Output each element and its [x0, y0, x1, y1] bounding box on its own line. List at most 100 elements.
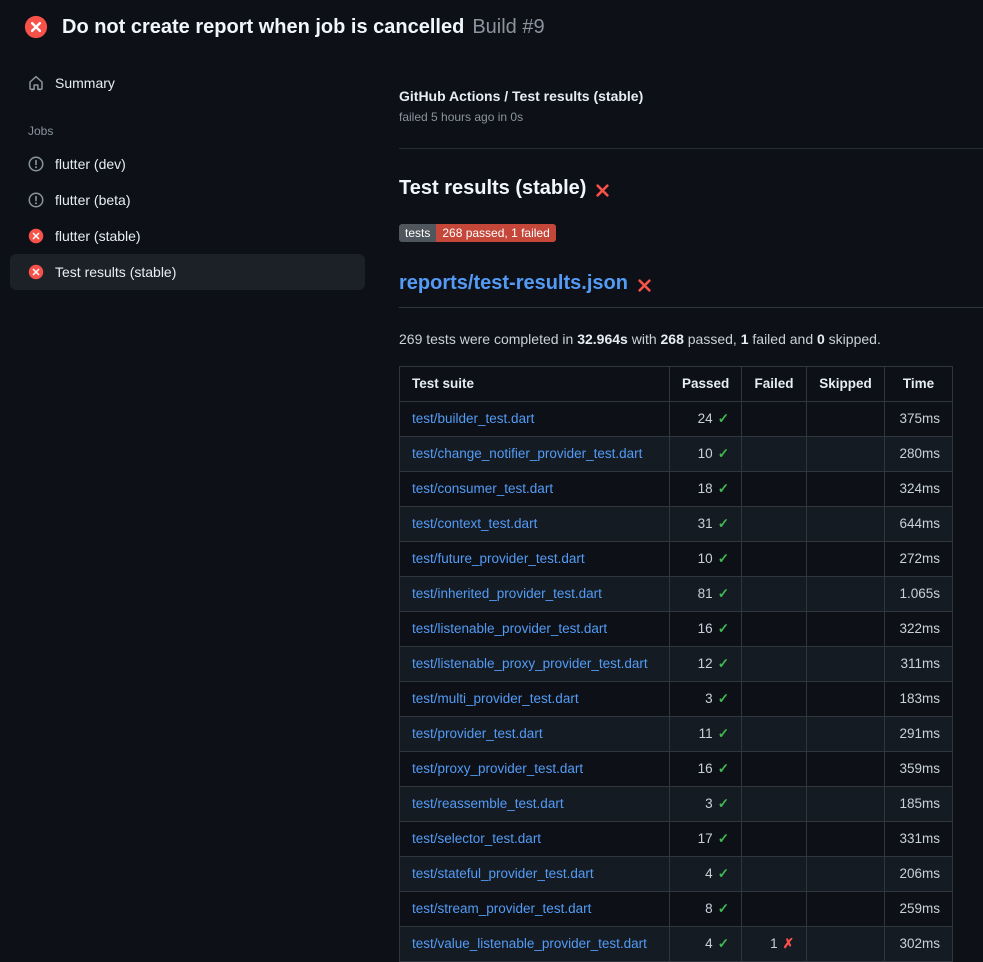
test-suite-link[interactable]: test/listenable_proxy_provider_test.dart [412, 656, 648, 671]
sidebar-item-flutter-beta[interactable]: flutter (beta) [10, 182, 365, 218]
summary-duration: 32.964s [577, 331, 628, 347]
time-cell: 259ms [885, 892, 953, 927]
page-title: Do not create report when job is cancell… [62, 16, 464, 38]
fail-x-icon [595, 181, 610, 196]
passed-cell: 4✓ [670, 927, 742, 962]
build-number: Build #9 [472, 16, 544, 38]
test-suite-link[interactable]: test/change_notifier_provider_test.dart [412, 446, 642, 461]
check-icon: ✓ [718, 551, 729, 566]
section-title-text: Test results (stable) [399, 177, 586, 200]
check-icon: ✓ [718, 586, 729, 601]
passed-cell: 3✓ [670, 682, 742, 717]
failed-cell [742, 612, 807, 647]
check-icon: ✓ [718, 481, 729, 496]
check-icon: ✓ [718, 411, 729, 426]
table-row: test/listenable_provider_test.dart16✓322… [400, 612, 953, 647]
time-cell: 1.065s [885, 577, 953, 612]
test-suite-link[interactable]: test/selector_test.dart [412, 831, 541, 846]
passed-count: 31 [698, 516, 713, 531]
test-suite-link[interactable]: test/future_provider_test.dart [412, 551, 585, 566]
passed-count: 11 [699, 726, 713, 741]
test-suite-link[interactable]: test/provider_test.dart [412, 726, 543, 741]
time-cell: 322ms [885, 612, 953, 647]
skipped-cell [807, 402, 885, 437]
tests-badge: tests 268 passed, 1 failed [399, 224, 556, 242]
col-header-failed: Failed [742, 367, 807, 402]
sidebar-item-flutter-dev[interactable]: flutter (dev) [10, 146, 365, 182]
failed-cell [742, 857, 807, 892]
passed-cell: 12✓ [670, 647, 742, 682]
test-suite-link[interactable]: test/inherited_provider_test.dart [412, 586, 602, 601]
sidebar-item-label: Summary [55, 75, 115, 91]
test-suite-link[interactable]: test/context_test.dart [412, 516, 537, 531]
failed-cell: 1✗ [742, 927, 807, 962]
test-suite-link[interactable]: test/multi_provider_test.dart [412, 691, 579, 706]
time-cell: 280ms [885, 437, 953, 472]
sidebar-item-flutter-stable[interactable]: flutter (stable) [10, 218, 365, 254]
time-cell: 185ms [885, 787, 953, 822]
x-icon: ✗ [783, 936, 794, 951]
passed-count: 81 [698, 586, 713, 601]
time-cell: 311ms [885, 647, 953, 682]
sidebar-item-test-results-stable[interactable]: Test results (stable) [10, 254, 365, 290]
alert-circle-icon [28, 156, 44, 172]
passed-count: 10 [698, 551, 713, 566]
passed-cell: 3✓ [670, 787, 742, 822]
time-cell: 331ms [885, 822, 953, 857]
test-suite-link[interactable]: test/listenable_provider_test.dart [412, 621, 607, 636]
check-icon: ✓ [718, 691, 729, 706]
test-suite-link[interactable]: test/value_listenable_provider_test.dart [412, 936, 647, 951]
x-circle-icon [24, 15, 48, 39]
passed-cell: 31✓ [670, 507, 742, 542]
check-icon: ✓ [718, 831, 729, 846]
test-suite-link[interactable]: test/stateful_provider_test.dart [412, 866, 594, 881]
skipped-cell [807, 472, 885, 507]
time-cell: 375ms [885, 402, 953, 437]
x-circle-icon [28, 264, 44, 280]
table-header-row: Test suite Passed Failed Skipped Time [400, 367, 953, 402]
badge-label: tests [399, 224, 436, 242]
summary-skipped: 0 [817, 331, 825, 347]
passed-cell: 10✓ [670, 437, 742, 472]
passed-cell: 16✓ [670, 752, 742, 787]
skipped-cell [807, 787, 885, 822]
passed-cell: 4✓ [670, 857, 742, 892]
passed-count: 16 [698, 761, 713, 776]
breadcrumb: GitHub Actions / Test results (stable) [399, 88, 983, 104]
table-row: test/context_test.dart31✓644ms [400, 507, 953, 542]
test-suite-link[interactable]: test/builder_test.dart [412, 411, 534, 426]
page-header: Do not create report when job is cancell… [0, 0, 983, 52]
passed-count: 8 [705, 901, 713, 916]
table-row: test/inherited_provider_test.dart 81 ✓ 1.06… [400, 577, 953, 612]
test-suite-link[interactable]: test/stream_provider_test.dart [412, 901, 591, 916]
table-row: test/stream_provider_test.dart8✓259ms [400, 892, 953, 927]
table-row: test/builder_test.dart24✓375ms [400, 402, 953, 437]
summary-passed: 268 [661, 331, 684, 347]
test-suite-link[interactable]: test/proxy_provider_test.dart [412, 761, 583, 776]
sidebar-item-label: flutter (stable) [55, 228, 141, 244]
check-icon: ✓ [718, 656, 729, 671]
test-suite-link[interactable]: test/consumer_test.dart [412, 481, 553, 496]
failed-cell [742, 542, 807, 577]
table-row: test/consumer_test.dart18✓324ms [400, 472, 953, 507]
skipped-cell [807, 507, 885, 542]
sidebar-item-label: Test results (stable) [55, 264, 176, 280]
results-table: Test suite Passed Failed Skipped Time te… [399, 366, 953, 962]
failed-cell [742, 647, 807, 682]
skipped-cell [807, 717, 885, 752]
passed-count: 18 [698, 481, 713, 496]
sidebar-item-label: flutter (beta) [55, 192, 130, 208]
skipped-cell [807, 927, 885, 962]
time-cell: 272ms [885, 542, 953, 577]
sidebar: Summary Jobs flutter (dev)flutter (beta)… [0, 52, 375, 290]
failed-cell [742, 717, 807, 752]
skipped-cell [807, 682, 885, 717]
failed-count: 1 [770, 936, 778, 951]
report-link[interactable]: reports/test-results.json [399, 272, 628, 295]
skipped-cell [807, 752, 885, 787]
run-meta: failed 5 hours ago in 0s [399, 110, 983, 124]
table-row: test/multi_provider_test.dart3✓183ms [400, 682, 953, 717]
sidebar-item-summary[interactable]: Summary [10, 66, 365, 100]
table-row: test/reassemble_test.dart 3✓ 185ms [400, 787, 953, 822]
test-suite-link[interactable]: test/reassemble_test.dart [412, 796, 564, 811]
